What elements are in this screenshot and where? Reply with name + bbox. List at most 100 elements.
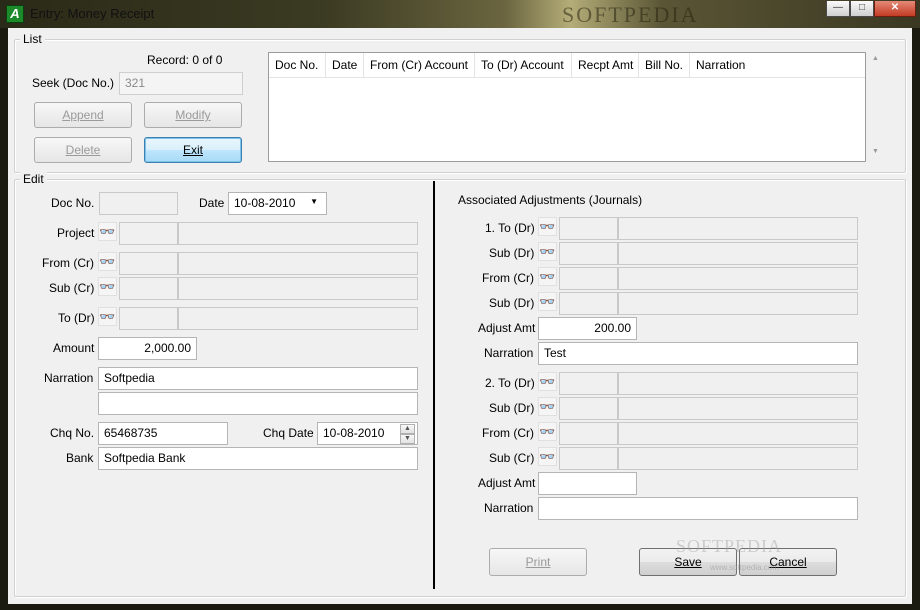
adj2-adjust-amt-label: Adjust Amt [478,476,536,490]
adj1-narration-label: Narration [484,346,534,360]
seek-input[interactable]: 321 [119,72,243,95]
column-header-doc-no[interactable]: Doc No. [269,53,326,77]
doc-no-input[interactable] [99,192,178,215]
narration-label: Narration [44,371,94,385]
adj2-narration-input[interactable] [538,497,858,520]
softpedia-watermark: SOFTPEDIA [676,536,783,556]
title-watermark: SOFTPEDIA [562,2,699,27]
list-group-title: List [20,32,45,46]
append-button[interactable]: Append [34,102,132,128]
edit-group-title: Edit [20,172,47,186]
adj2-narration-label: Narration [484,501,534,515]
chq-no-label: Chq No. [50,426,95,440]
adj1-sub-dr-code-field [559,242,618,265]
amount-input[interactable]: 2,000.00 [98,337,197,360]
adj2-from-cr-name-field [618,422,858,445]
append-button-label: Append [62,108,104,122]
title-bar[interactable]: A Entry: Money Receipt SOFTPEDIA — □ ✕ [0,0,920,28]
adj2-to-dr-lookup-icon[interactable]: 👓 [538,372,557,391]
list-scroll-up-icon[interactable]: ▲ [872,55,879,62]
window-title: Entry: Money Receipt [30,6,155,21]
chq-no-input[interactable]: 65468735 [98,422,228,445]
narration-input-line2[interactable] [98,392,418,415]
save-button-label: Save [674,555,702,569]
spin-up-icon[interactable]: ▲ [400,424,415,434]
adj1-sub-dr-lookup-icon[interactable]: 👓 [538,242,557,261]
modify-button-label: Modify [175,108,211,122]
print-button[interactable]: Print [489,548,587,576]
adj1-to-dr-label: 1. To (Dr) [485,221,535,235]
app-icon: A [6,5,24,23]
delete-button-label: Delete [65,143,101,157]
exit-button[interactable]: Exit [144,137,242,163]
adj1-adjust-amt-input[interactable]: 200.00 [538,317,637,340]
records-table[interactable]: Doc No. Date From (Cr) Account To (Dr) A… [268,52,866,162]
exit-button-label: Exit [182,143,203,157]
sub-cr-code-field [119,277,178,300]
adj1-from-cr-name-field [618,267,858,290]
project-lookup-icon[interactable]: 👓 [98,222,117,241]
adj1-sub-dr-label: Sub (Dr) [489,246,535,260]
from-cr-lookup-icon[interactable]: 👓 [98,252,117,271]
softpedia-watermark-url: www.softpedia.com [710,563,779,572]
sub-cr-lookup-icon[interactable]: 👓 [98,277,117,296]
delete-button[interactable]: Delete [34,137,132,163]
modify-button[interactable]: Modify [144,102,242,128]
chq-date-label: Chq Date [263,426,314,440]
adj2-to-dr-code-field [559,372,618,395]
minimize-button[interactable]: — [826,1,850,17]
adj1-sub-dr2-lookup-icon[interactable]: 👓 [538,292,557,311]
bank-input[interactable]: Softpedia Bank [98,447,418,470]
adj1-sub-dr-name-field [618,242,858,265]
adj1-sub-dr2-code-field [559,292,618,315]
dropdown-arrow-icon[interactable]: ▼ [310,197,318,206]
adj1-from-cr-label: From (Cr) [482,271,534,285]
close-button[interactable]: ✕ [874,1,916,17]
adjustments-heading: Associated Adjustments (Journals) [458,193,643,207]
adj2-sub-cr-label: Sub (Cr) [489,451,535,465]
doc-no-label: Doc No. [51,196,95,210]
column-header-narration[interactable]: Narration [690,53,865,77]
adj2-adjust-amt-input[interactable] [538,472,637,495]
adj1-narration-input[interactable]: Test [538,342,858,365]
print-button-label: Print [525,555,551,569]
to-dr-lookup-icon[interactable]: 👓 [98,307,117,326]
column-header-from-account[interactable]: From (Cr) Account [364,53,475,77]
list-scroll-down-icon[interactable]: ▼ [872,148,879,155]
adj2-sub-dr-label: Sub (Dr) [489,401,535,415]
adj1-to-dr-name-field [618,217,858,240]
date-label: Date [199,196,225,210]
adj2-sub-cr-lookup-icon[interactable]: 👓 [538,447,557,466]
chq-date-value: 10-08-2010 [323,426,385,440]
project-label: Project [57,226,95,240]
adj2-to-dr-label: 2. To (Dr) [485,376,535,390]
from-cr-label: From (Cr) [42,256,94,270]
to-dr-code-field [119,307,178,330]
from-cr-name-field [178,252,418,275]
sub-cr-label: Sub (Cr) [49,281,95,295]
adj2-sub-dr-lookup-icon[interactable]: 👓 [538,397,557,416]
adj2-from-cr-lookup-icon[interactable]: 👓 [538,422,557,441]
adj1-sub-dr2-name-field [618,292,858,315]
narration-input-line1[interactable]: Softpedia [98,367,418,390]
amount-label: Amount [53,341,95,355]
column-header-date[interactable]: Date [326,53,364,77]
column-header-to-account[interactable]: To (Dr) Account [475,53,572,77]
adj1-from-cr-lookup-icon[interactable]: 👓 [538,267,557,286]
sub-cr-name-field [178,277,418,300]
adj1-to-dr-code-field [559,217,618,240]
adj2-sub-cr-code-field [559,447,618,470]
adj2-sub-cr-name-field [618,447,858,470]
column-header-bill-no[interactable]: Bill No. [639,53,690,77]
spin-down-icon[interactable]: ▼ [400,434,415,444]
record-counter: Record: 0 of 0 [147,53,223,67]
window-client: List Record: 0 of 0 Seek (Doc No.) 321 A… [8,28,912,604]
adj2-to-dr-name-field [618,372,858,395]
bank-label: Bank [66,451,94,465]
column-header-recpt-amt[interactable]: Recpt Amt [572,53,639,77]
maximize-button[interactable]: □ [850,1,874,17]
adj1-sub-dr2-label: Sub (Dr) [489,296,535,310]
adj1-adjust-amt-label: Adjust Amt [478,321,536,335]
date-picker[interactable]: 10-08-2010 ▼ [228,192,327,215]
adj1-to-dr-lookup-icon[interactable]: 👓 [538,217,557,236]
